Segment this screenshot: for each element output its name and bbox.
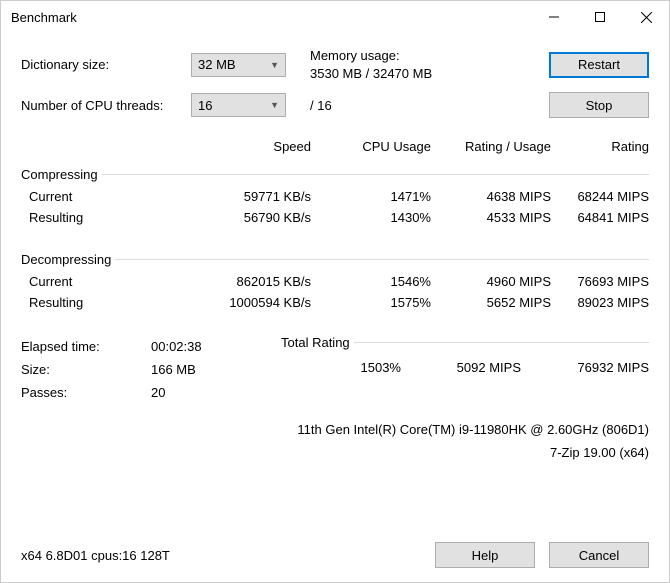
cancel-button[interactable]: Cancel [549, 542, 649, 568]
threads-select[interactable]: 16 ▼ [191, 93, 286, 117]
header-speed: Speed [161, 139, 311, 154]
threads-label: Number of CPU threads: [21, 98, 191, 113]
cpu-info: 11th Gen Intel(R) Core(TM) i9-11980HK @ … [21, 422, 649, 437]
memory-usage-block: Memory usage: 3530 MB / 32470 MB [310, 47, 432, 82]
row-label: Resulting [21, 295, 161, 310]
elapsed-label: Elapsed time: [21, 339, 151, 354]
stop-button-label: Stop [586, 98, 613, 113]
value-rup: 4533 MIPS [431, 210, 551, 225]
elapsed-value: 00:02:38 [151, 339, 202, 354]
compressing-current-row: Current 59771 KB/s 1471% 4638 MIPS 68244… [21, 186, 649, 207]
value-speed: 56790 KB/s [161, 210, 311, 225]
size-value: 166 MB [151, 362, 196, 377]
value-cpu: 1546% [311, 274, 431, 289]
restart-button-label: Restart [578, 57, 620, 72]
value-speed: 59771 KB/s [161, 189, 311, 204]
dictionary-size-select[interactable]: 32 MB ▼ [191, 53, 286, 77]
total-rating-group: Total Rating 1503% 5092 MIPS 76932 MIPS [281, 335, 649, 377]
value-rating: 68244 MIPS [551, 189, 649, 204]
value-rup: 5652 MIPS [431, 295, 551, 310]
app-version: 7-Zip 19.00 (x64) [21, 445, 649, 460]
value-rup: 4638 MIPS [431, 189, 551, 204]
decompressing-title: Decompressing [21, 252, 115, 267]
memory-usage-value: 3530 MB / 32470 MB [310, 65, 432, 83]
value-cpu: 1430% [311, 210, 431, 225]
value-rating: 89023 MIPS [551, 295, 649, 310]
chevron-down-icon: ▼ [270, 100, 279, 110]
passes-label: Passes: [21, 385, 151, 400]
help-button-label: Help [472, 548, 499, 563]
dictionary-size-value: 32 MB [198, 57, 236, 72]
compressing-title: Compressing [21, 167, 102, 182]
build-info: x64 6.8D01 cpus:16 128T [21, 548, 435, 563]
help-button[interactable]: Help [435, 542, 535, 568]
value-cpu: 1575% [311, 295, 431, 310]
decompressing-resulting-row: Resulting 1000594 KB/s 1575% 5652 MIPS 8… [21, 292, 649, 313]
column-headers: Speed CPU Usage Rating / Usage Rating [21, 136, 649, 157]
value-rating: 76693 MIPS [551, 274, 649, 289]
total-cpu: 1503% [281, 360, 401, 375]
dictionary-size-label: Dictionary size: [21, 57, 191, 72]
header-cpu-usage: CPU Usage [311, 139, 431, 154]
stop-button[interactable]: Stop [549, 92, 649, 118]
maximize-button[interactable] [577, 1, 623, 33]
row-label: Resulting [21, 210, 161, 225]
compressing-resulting-row: Resulting 56790 KB/s 1430% 4533 MIPS 648… [21, 207, 649, 228]
value-cpu: 1471% [311, 189, 431, 204]
cancel-button-label: Cancel [579, 548, 619, 563]
header-rating-usage: Rating / Usage [431, 139, 551, 154]
titlebar: Benchmark [1, 1, 669, 33]
value-rating: 64841 MIPS [551, 210, 649, 225]
chevron-down-icon: ▼ [270, 60, 279, 70]
restart-button[interactable]: Restart [549, 52, 649, 78]
decompressing-current-row: Current 862015 KB/s 1546% 4960 MIPS 7669… [21, 271, 649, 292]
size-label: Size: [21, 362, 151, 377]
memory-usage-label: Memory usage: [310, 47, 432, 65]
total-rating: 76932 MIPS [521, 360, 649, 375]
passes-value: 20 [151, 385, 165, 400]
decompressing-group: Decompressing Current 862015 KB/s 1546% … [21, 252, 649, 321]
summary-left: Elapsed time: 00:02:38 Size: 166 MB Pass… [21, 335, 261, 404]
compressing-group: Compressing Current 59771 KB/s 1471% 463… [21, 167, 649, 236]
header-rating: Rating [551, 139, 649, 154]
row-label: Current [21, 189, 161, 204]
close-button[interactable] [623, 1, 669, 33]
threads-value: 16 [198, 98, 212, 113]
threads-suffix: / 16 [310, 98, 332, 113]
value-speed: 862015 KB/s [161, 274, 311, 289]
value-rup: 4960 MIPS [431, 274, 551, 289]
value-speed: 1000594 KB/s [161, 295, 311, 310]
total-rating-title: Total Rating [281, 335, 354, 350]
total-rup: 5092 MIPS [401, 360, 521, 375]
minimize-button[interactable] [531, 1, 577, 33]
window-title: Benchmark [11, 10, 531, 25]
row-label: Current [21, 274, 161, 289]
